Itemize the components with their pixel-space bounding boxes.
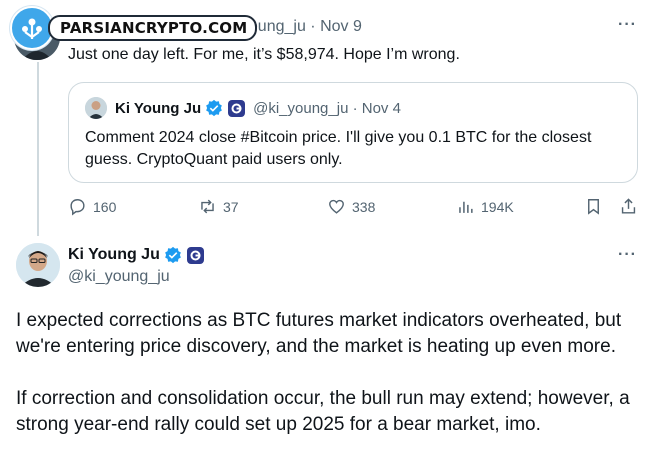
quoted-author-name: Ki Young Ju	[115, 99, 202, 117]
like-icon	[329, 199, 344, 214]
thread-line	[37, 62, 39, 236]
reply-icon	[70, 199, 85, 216]
repost-count: 37	[223, 198, 239, 215]
views-icon	[459, 201, 473, 213]
quoted-handle-time: @ki_young_ju · Nov 4	[253, 99, 401, 117]
views-count: 194K	[481, 198, 514, 215]
bookmark-button[interactable]	[584, 197, 609, 216]
verified-icon	[206, 99, 222, 117]
author-handle[interactable]: @ki_young_ju	[68, 268, 170, 286]
bookmark-icon	[588, 199, 599, 215]
share-icon	[621, 198, 636, 214]
like-button[interactable]: 338	[327, 197, 375, 216]
share-button[interactable]	[619, 197, 644, 216]
repost-button[interactable]: 37	[198, 197, 239, 216]
avatar[interactable]	[16, 243, 60, 287]
reply-count: 160	[93, 198, 117, 215]
cryptoquant-badge-icon	[228, 99, 246, 117]
like-count: 338	[352, 198, 376, 215]
watermark: PARSIANCRYPTO.COM	[10, 6, 258, 50]
repost-icon	[201, 199, 214, 214]
author-name[interactable]: Ki Young Ju	[68, 246, 160, 264]
more-icon[interactable]: ···	[618, 16, 637, 34]
quoted-text: Comment 2024 close #Bitcoin price. I'll …	[85, 129, 592, 168]
quoted-tweet-card[interactable]: Ki Young Ju @ki_young_ju · Nov 4 Comment…	[68, 82, 638, 183]
quoted-tweet-header: Ki Young Ju @ki_young_ju · Nov 4	[85, 97, 401, 119]
verified-icon	[165, 246, 181, 264]
more-icon[interactable]: ···	[618, 246, 637, 264]
tweet-text: I expected corrections as BTC futures ma…	[16, 308, 644, 452]
action-bar: 160 37 338 194K	[68, 197, 640, 219]
author-row: Ki Young Ju	[68, 246, 204, 264]
reply-button[interactable]: 160	[68, 197, 116, 216]
avatar	[85, 97, 107, 119]
views-button[interactable]: 194K	[456, 197, 514, 216]
tweet-paragraph: I expected corrections as BTC futures ma…	[16, 310, 622, 357]
watermark-text: PARSIANCRYPTO.COM	[48, 15, 258, 41]
tweet-paragraph: If correction and consolidation occur, t…	[16, 388, 630, 435]
cryptoquant-badge-icon	[186, 246, 204, 264]
